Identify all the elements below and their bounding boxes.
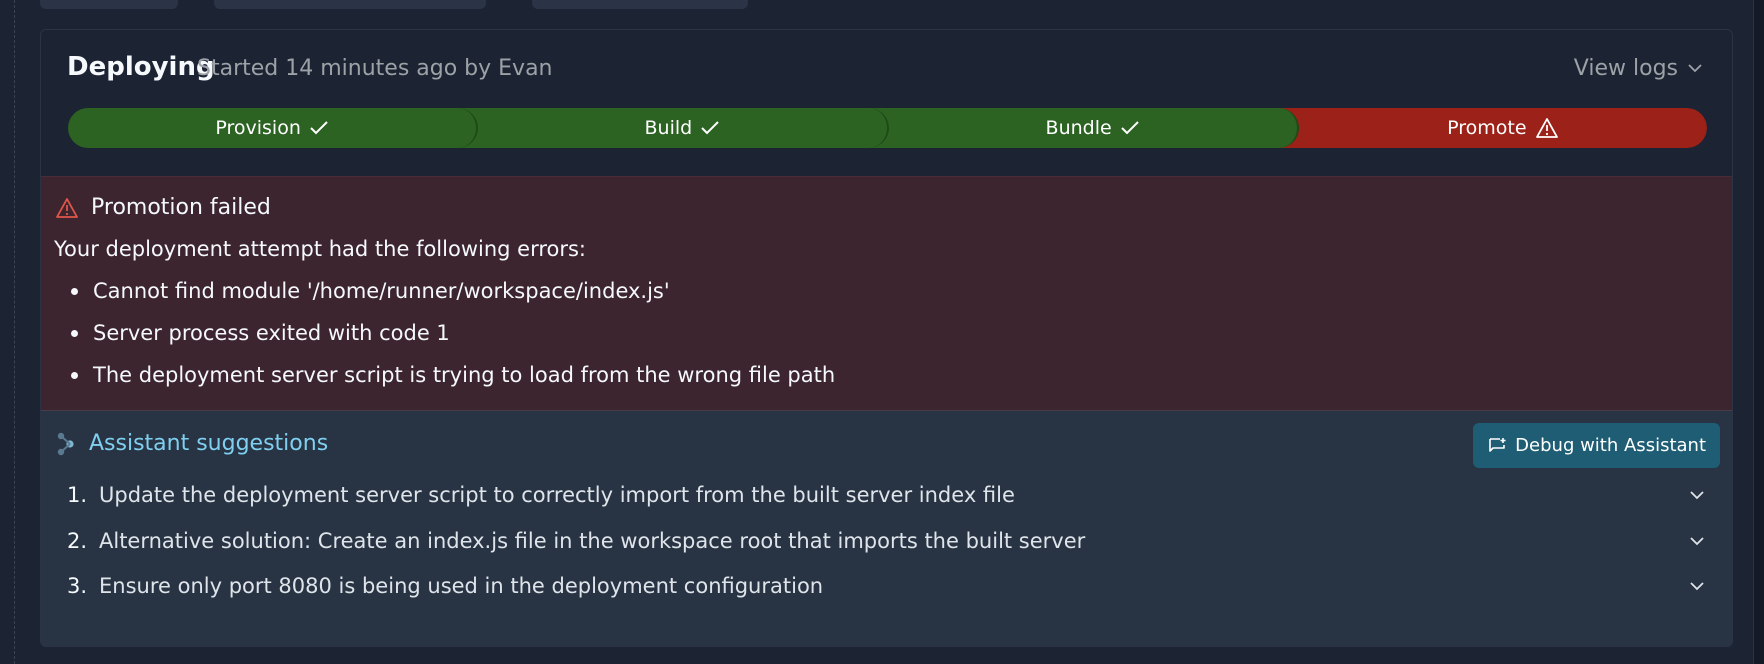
- suggestion-text: Update the deployment server script to c…: [99, 483, 1015, 507]
- chevron-down-icon[interactable]: [1688, 490, 1706, 500]
- top-tab[interactable]: [532, 0, 748, 9]
- suggestion-item[interactable]: 2. Alternative solution: Create an index…: [67, 521, 1706, 561]
- assistant-title-text: Assistant suggestions: [89, 431, 329, 456]
- stage-build: Build: [458, 108, 889, 148]
- suggestion-number: 2.: [67, 529, 88, 553]
- suggestion-item[interactable]: 3. Ensure only port 8080 is being used i…: [67, 566, 1706, 606]
- check-icon: [1120, 121, 1139, 135]
- stage-provision: Provision: [68, 108, 479, 148]
- view-logs-button[interactable]: View logs: [1574, 56, 1702, 81]
- error-title-text: Promotion failed: [91, 195, 271, 220]
- deployment-stages: Provision Build Bundle Promote: [68, 108, 1707, 148]
- stage-bundle: Bundle: [868, 108, 1299, 148]
- page-title: Deploying: [67, 52, 215, 82]
- debug-with-assistant-button[interactable]: Debug with Assistant: [1473, 423, 1720, 468]
- warning-icon: [56, 197, 78, 218]
- error-item: Server process exited with code 1: [70, 319, 835, 361]
- deployment-subtitle: Started 14 minutes ago by Evan: [197, 56, 553, 81]
- error-item: The deployment server script is trying t…: [70, 361, 835, 403]
- error-title: Promotion failed: [55, 195, 271, 220]
- warning-icon: [1535, 118, 1558, 138]
- suggestion-number: 1.: [67, 483, 88, 507]
- error-list: Cannot find module '/home/runner/workspa…: [70, 277, 835, 403]
- assistant-title: Assistant suggestions: [57, 431, 328, 456]
- check-icon: [310, 121, 328, 135]
- top-tab[interactable]: [40, 0, 178, 9]
- error-box: Promotion failed Your deployment attempt…: [41, 176, 1732, 411]
- stage-label: Promote: [1447, 117, 1527, 139]
- suggestion-item[interactable]: 1. Update the deployment server script t…: [67, 475, 1706, 515]
- scrollbar-track[interactable]: [1753, 0, 1764, 664]
- deployment-header: Deploying Started 14 minutes ago by Evan…: [41, 30, 1732, 176]
- assistant-suggestions: Assistant suggestions Debug with Assista…: [41, 411, 1732, 646]
- check-icon: [701, 121, 719, 135]
- chevron-down-icon[interactable]: [1688, 536, 1706, 546]
- assistant-icon: [57, 432, 74, 455]
- suggestion-text: Ensure only port 8080 is being used in t…: [99, 574, 824, 598]
- top-tab[interactable]: [214, 0, 486, 9]
- chevron-down-icon[interactable]: [1688, 581, 1706, 591]
- error-intro: Your deployment attempt had the followin…: [54, 237, 587, 261]
- chat-icon: [1489, 437, 1506, 452]
- stage-label: Provision: [215, 117, 301, 139]
- left-guide-line: [14, 0, 15, 664]
- stage-label: Build: [644, 117, 693, 139]
- error-item: Cannot find module '/home/runner/workspa…: [70, 277, 835, 319]
- chevron-down-icon: [1688, 64, 1702, 73]
- suggestion-number: 3.: [67, 574, 88, 598]
- view-logs-label: View logs: [1573, 56, 1678, 81]
- deployment-panel: Deploying Started 14 minutes ago by Evan…: [40, 29, 1733, 647]
- stage-label: Bundle: [1045, 117, 1112, 139]
- stage-promote: Promote: [1278, 108, 1707, 148]
- suggestion-text: Alternative solution: Create an index.js…: [99, 529, 1086, 553]
- debug-button-label: Debug with Assistant: [1515, 435, 1706, 456]
